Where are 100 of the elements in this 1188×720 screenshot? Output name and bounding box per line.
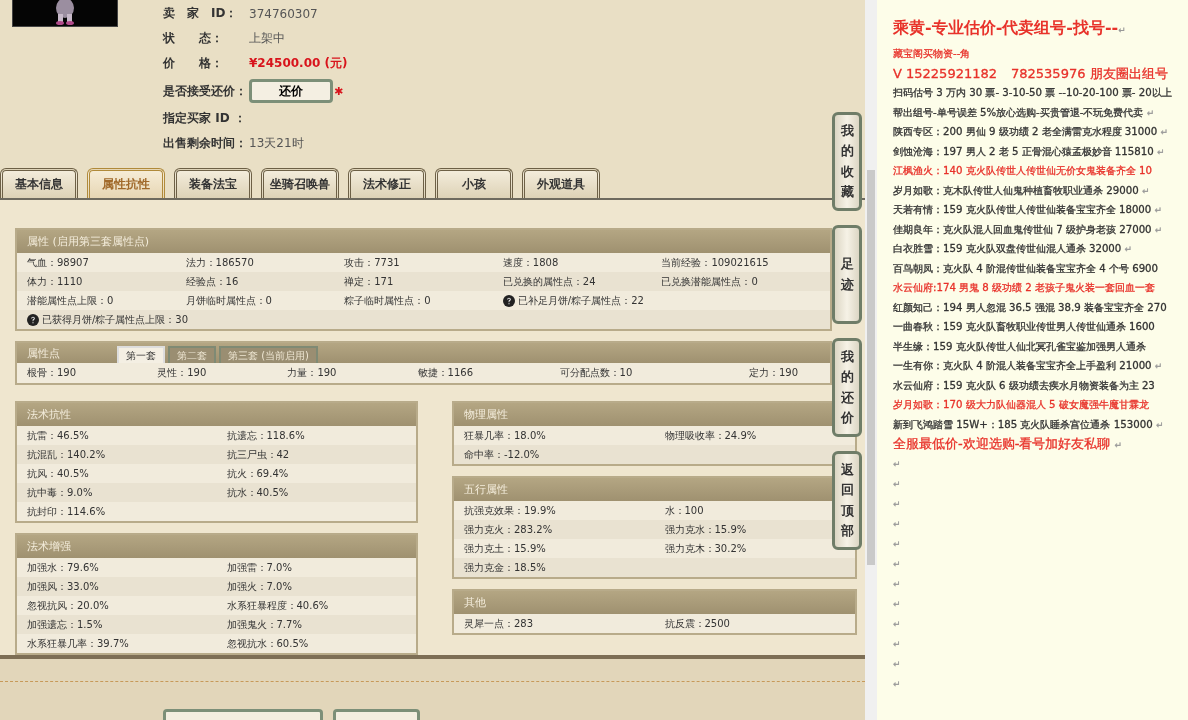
panel-title: 法术增强 <box>17 535 416 558</box>
side-button[interactable]: 我的收藏 <box>832 112 862 211</box>
attribute-text: 月饼临时属性点：0 <box>185 293 272 308</box>
action-button[interactable] <box>163 709 323 720</box>
attribute-text: 速度：1808 <box>502 255 559 270</box>
attribute-text: 抗风：40.5% <box>27 466 89 481</box>
document-line: 剑蚀沧海：197 男人 2 老 5 正骨混心猿孟极妙音 115810 <box>893 145 1154 157</box>
tab[interactable]: 坐骑召唤兽 <box>261 168 339 198</box>
attribute-text: 可分配点数：10 <box>559 366 634 380</box>
attribute-text: 狂暴几率：18.0% <box>464 428 546 443</box>
attribute-text: 当前经验：109021615 <box>661 255 769 270</box>
paragraph-mark: ↵ <box>893 478 901 489</box>
attribute-text: 忽视抗风：20.0% <box>27 598 109 613</box>
paragraph-mark: ↵ <box>1157 146 1165 157</box>
tab[interactable]: 基本信息 <box>0 168 78 198</box>
attribute-text: 加强水：79.6% <box>27 560 99 575</box>
attribute-text: 定力：190 <box>749 366 800 380</box>
tab[interactable]: 属性抗性 <box>87 168 165 198</box>
attribute-text: 忽视抗水：60.5% <box>226 636 309 651</box>
required-mark: ✱ <box>334 84 344 98</box>
attribute-text: 抗混乱：140.2% <box>27 447 106 462</box>
attribute-text: 禅定：171 <box>344 274 394 289</box>
document-line: 江枫渔火：140 克火队传世人传世仙无价女鬼装备齐全 10 <box>893 165 1152 176</box>
paragraph-mark: ↵ <box>1114 440 1123 450</box>
attribute-text: 敏捷：1166 <box>417 366 475 380</box>
attribute-text: 强力克水：15.9% <box>664 522 747 537</box>
field-label: 指定买家 ID ： <box>163 110 247 127</box>
field-label: 状 态： <box>163 30 224 47</box>
document-heading: 乘黄-专业估价-代卖组号-找号-- <box>893 18 1119 37</box>
document-line: 岁月如歌：170 级大力队仙器混人 5 破女魔强牛魔甘霖龙 <box>893 399 1149 410</box>
document-line: 全服最低价-欢迎选购-看号加好友私聊 <box>893 436 1111 451</box>
attribute-text: 法力：186570 <box>185 255 254 270</box>
side-button[interactable]: 足迹 <box>832 225 862 324</box>
document-line: 陕西专区：200 男仙 9 级功绩 2 老全满雷克水程度 31000 <box>893 126 1158 137</box>
document-line: 水云仙府:174 男鬼 8 级功绩 2 老孩子鬼火装一套回血一套 <box>893 282 1156 293</box>
panel-title: 属性点 <box>27 345 61 361</box>
attribute-text: 强力克木：30.2% <box>664 541 747 556</box>
paragraph-mark: ↵ <box>893 618 901 629</box>
tab[interactable]: 外观道具 <box>522 168 600 198</box>
tab[interactable]: 小孩 <box>435 168 513 198</box>
document-line: 半生缘：159 克火队传世人仙北冥孔雀宝鉴加强男人通杀 <box>893 340 1146 352</box>
paragraph-mark: ↵ <box>893 598 901 609</box>
attribute-text: 经验点：16 <box>185 274 239 289</box>
attribute-text: 抗中毒：9.0% <box>27 485 93 500</box>
paragraph-mark: ↵ <box>1146 107 1155 118</box>
field-value: 上架中 <box>249 30 285 47</box>
paragraph-mark: ↵ <box>1154 224 1163 235</box>
tab[interactable]: 装备法宝 <box>174 168 252 198</box>
paragraph-mark: ↵ <box>1154 205 1163 215</box>
field-label: 价 格： <box>163 55 224 72</box>
paragraph-mark: ↵ <box>1160 127 1169 137</box>
paragraph-mark: ↵ <box>1155 419 1164 430</box>
attribute-text: 抗火：69.4% <box>226 466 289 481</box>
attribute-text: 已兑换潜能属性点：0 <box>661 274 758 289</box>
field-value: ¥24500.00 (元) <box>249 55 348 72</box>
counter-offer-button[interactable]: 还价 <box>249 79 333 103</box>
panel-title: 法术抗性 <box>17 403 416 426</box>
attribute-text: 粽子临时属性点：0 <box>344 293 431 308</box>
panel-title: 属性 (启用第三套属性点) <box>17 230 830 253</box>
attribute-text: 灵犀一点：283 <box>464 616 534 631</box>
document-line: 天若有情：159 克火队传世人传世仙装备宝宝齐全 18000 <box>893 204 1152 215</box>
attribute-text: 根骨：190 <box>27 366 78 380</box>
attribute-text: 力量：190 <box>287 366 338 380</box>
field-value: 13天21时 <box>249 135 304 152</box>
document-line: 扫码估号 3 万内 30 票- 3-10-50 票 --10-20-100 票- 20以上 <box>893 87 1172 98</box>
help-icon[interactable] <box>27 313 39 326</box>
attribute-text: 攻击：7731 <box>344 255 400 270</box>
document-line: 佳期良年：克火队混人回血鬼传世仙 7 级护身老孩 27000 <box>893 223 1152 235</box>
action-button[interactable] <box>333 709 420 720</box>
attribute-text: 已兑换的属性点：24 <box>502 274 596 289</box>
scrollbar-thumb[interactable] <box>867 170 875 565</box>
help-icon[interactable] <box>502 294 515 307</box>
side-button[interactable]: 返回顶部 <box>832 451 862 550</box>
side-button[interactable]: 我的还价 <box>832 338 862 437</box>
scrollbar[interactable] <box>865 0 877 720</box>
attribute-text: 抗雷：46.5% <box>27 428 89 443</box>
paragraph-mark: ↵ <box>893 498 901 509</box>
attribute-text: 水系狂暴几率：39.7% <box>27 636 129 651</box>
attribute-text: 命中率：-12.0% <box>464 447 540 462</box>
document-line: 岁月如歌：克木队传世人仙鬼种植畜牧职业通杀 29000 <box>893 184 1139 196</box>
attribute-text: 体力：1110 <box>27 274 83 289</box>
subtab[interactable]: 第一套 <box>117 346 165 363</box>
attribute-text: 强力克金：18.5% <box>464 560 546 575</box>
paragraph-mark: ↵ <box>1154 361 1163 371</box>
document-line: 水云仙府：159 克火队 6 级功绩去疾水月物资装备为主 23 <box>893 379 1155 391</box>
document-line: 一曲春秋：159 克火队畜牧职业传世男人传世仙通杀 1600 <box>893 321 1155 332</box>
field-label: 卖 家 ID： <box>163 5 239 22</box>
paragraph-mark: ↵ <box>893 538 901 549</box>
attribute-text: 抗强克效果：19.9% <box>464 503 556 518</box>
attribute-text: 物理吸收率：24.9% <box>664 428 757 443</box>
attribute-text: 加强风：33.0% <box>27 579 99 594</box>
paragraph-mark: ↵ <box>893 458 901 469</box>
paragraph-mark: ↵ <box>893 658 901 669</box>
tab[interactable]: 法术修正 <box>348 168 426 198</box>
paragraph-mark: ↵ <box>893 558 901 569</box>
attribute-text: 潜能属性点上限：0 <box>27 293 114 308</box>
paragraph-mark: ↵ <box>893 638 901 649</box>
document-line: 一生有你：克火队 4 阶混人装备宝宝齐全上手盈利 21000 <box>893 360 1152 371</box>
attribute-text: 水系狂暴程度：40.6% <box>226 598 329 613</box>
paragraph-mark: ↵ <box>1118 25 1126 35</box>
